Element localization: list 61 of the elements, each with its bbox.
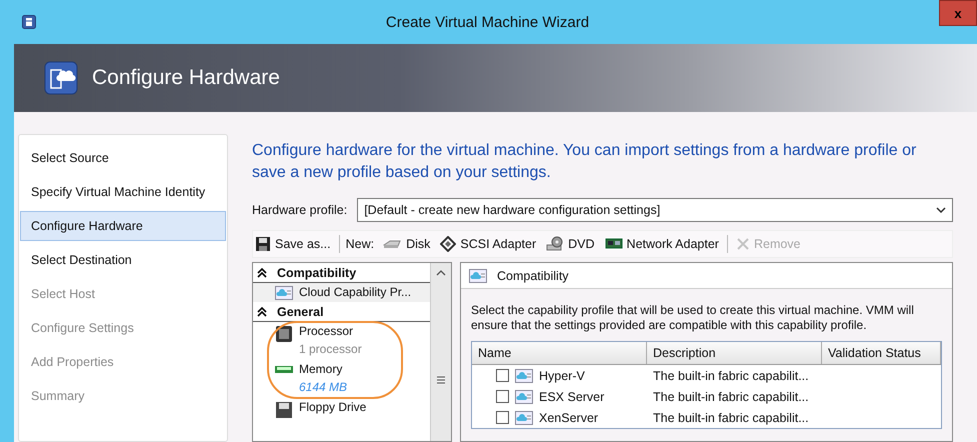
column-header[interactable]: Description <box>647 342 822 364</box>
cloud-profile-icon <box>515 410 533 424</box>
scroll-up-icon[interactable] <box>436 270 446 276</box>
grip-icon[interactable] <box>437 376 445 384</box>
table-cell: Hyper-V <box>539 368 585 382</box>
panel-title: Compatibility <box>497 268 569 282</box>
tree-item[interactable]: Processor 1 processor <box>253 322 430 360</box>
cloud-profile-icon <box>469 268 487 282</box>
hardware-profile-label: Hardware profile: <box>252 203 348 217</box>
tree-item-label: Cloud Capability Pr... <box>299 285 412 299</box>
processor-icon <box>275 325 293 343</box>
wizard-step[interactable]: Select Destination <box>20 245 226 275</box>
table-cell: ESX Server <box>539 390 604 404</box>
toolbar-button[interactable]: Network Adapter <box>602 237 721 251</box>
window-title: Create Virtual Machine Wizard <box>384 14 590 30</box>
dvd-drive-icon <box>546 236 564 252</box>
disk-icon <box>382 238 402 250</box>
checkbox[interactable] <box>496 411 509 424</box>
table-cell-text: The built-in fabric capabilit... <box>652 390 810 404</box>
checkbox[interactable] <box>496 390 509 403</box>
toolbar-button[interactable]: Disk <box>380 237 432 251</box>
toolbar-button[interactable]: Save as... <box>253 236 333 252</box>
floppy-icon <box>275 401 293 419</box>
tree-item-label: Memory <box>299 362 344 376</box>
panel-description: Select the capability profile that will be used to create this virtual machine. VMM will ensure that the settings provided are compatible with this capability profile. <box>471 303 915 333</box>
window-icon <box>22 15 36 29</box>
cloud-profile-icon <box>275 286 293 300</box>
hardware-profile-dropdown[interactable]: [Default - create new hardware configuration settings] <box>357 198 953 222</box>
cloud-profile-icon <box>515 390 533 404</box>
collapse-icon <box>257 268 267 278</box>
close-button[interactable]: x <box>939 0 977 26</box>
save-icon <box>255 236 271 252</box>
tree-item-label: Floppy Drive <box>299 400 366 414</box>
wizard-step[interactable]: Select Source <box>20 143 226 173</box>
table-cell-text: The built-in fabric capabilit... <box>652 368 810 382</box>
page-title: Configure Hardware <box>92 66 280 90</box>
tree-item[interactable]: Floppy Drive <box>253 398 430 421</box>
remove-icon <box>736 237 750 251</box>
column-header[interactable]: Name <box>472 342 647 364</box>
memory-icon <box>275 363 293 375</box>
network-card-icon <box>604 237 623 251</box>
wizard-step[interactable]: Specify Virtual Machine Identity <box>20 177 226 207</box>
tree-item-label: Processor <box>299 324 354 338</box>
wizard-step[interactable]: Configure Hardware <box>20 211 226 241</box>
checkbox[interactable] <box>496 369 509 382</box>
diamond-icon <box>440 236 456 252</box>
scrollbar[interactable] <box>430 263 451 441</box>
tree-item-detail: 6144 MB <box>299 380 348 394</box>
column-header[interactable]: Validation Status <box>822 342 941 364</box>
cloud-server-icon <box>44 61 78 95</box>
cloud-profile-icon <box>515 368 533 382</box>
tree-item[interactable]: Cloud Capability Pr... <box>253 283 430 302</box>
collapse-icon <box>257 306 267 316</box>
instruction-text: Configure hardware for the virtual machine. You can import settings from a hardware profile or save a new profile based on your settings. <box>252 141 918 183</box>
tree-item-detail: 1 processor <box>299 342 362 356</box>
table-cell-text: The built-in fabric capabilit... <box>652 410 810 424</box>
table-cell: XenServer <box>539 410 598 424</box>
toolbar-button[interactable]: SCSI Adapter <box>438 236 538 252</box>
toolbar-button[interactable]: DVD <box>544 236 597 252</box>
new-label: New: <box>346 237 374 251</box>
tree-item[interactable]: Memory 6144 MB <box>253 360 430 398</box>
